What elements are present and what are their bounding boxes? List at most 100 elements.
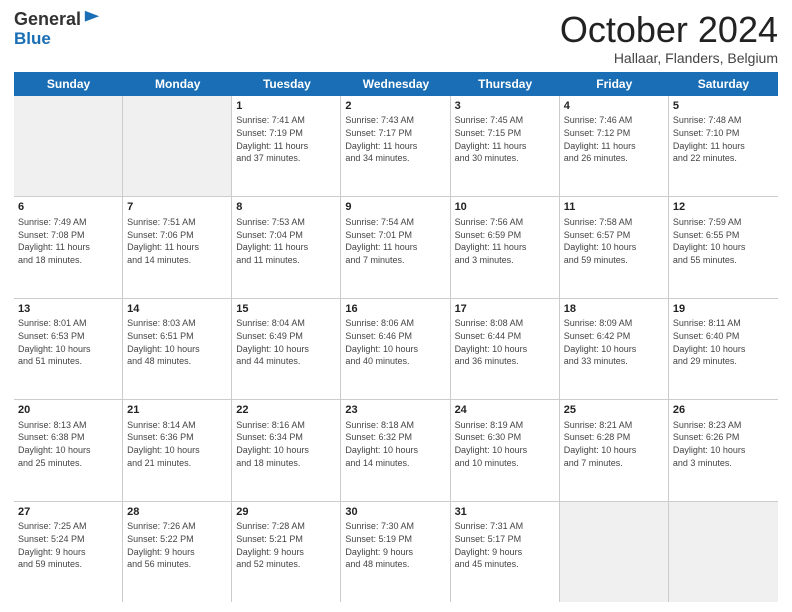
day-cell-31: 31Sunrise: 7:31 AMSunset: 5:17 PMDayligh…: [451, 502, 560, 602]
day-info: Sunrise: 7:56 AMSunset: 6:59 PMDaylight:…: [455, 216, 555, 266]
day-cell-28: 28Sunrise: 7:26 AMSunset: 5:22 PMDayligh…: [123, 502, 232, 602]
day-number: 23: [345, 403, 445, 418]
day-info: Sunrise: 7:26 AMSunset: 5:22 PMDaylight:…: [127, 520, 227, 570]
day-number: 13: [18, 302, 118, 317]
day-number: 19: [673, 302, 774, 317]
day-cell-5: 5Sunrise: 7:48 AMSunset: 7:10 PMDaylight…: [669, 96, 778, 196]
day-cell-24: 24Sunrise: 8:19 AMSunset: 6:30 PMDayligh…: [451, 400, 560, 500]
day-info: Sunrise: 8:16 AMSunset: 6:34 PMDaylight:…: [236, 419, 336, 469]
day-number: 25: [564, 403, 664, 418]
day-number: 16: [345, 302, 445, 317]
day-number: 1: [236, 99, 336, 114]
day-info: Sunrise: 7:25 AMSunset: 5:24 PMDaylight:…: [18, 520, 118, 570]
day-info: Sunrise: 8:14 AMSunset: 6:36 PMDaylight:…: [127, 419, 227, 469]
day-cell-27: 27Sunrise: 7:25 AMSunset: 5:24 PMDayligh…: [14, 502, 123, 602]
day-of-week-friday: Friday: [560, 72, 669, 96]
day-cell-10: 10Sunrise: 7:56 AMSunset: 6:59 PMDayligh…: [451, 197, 560, 297]
day-info: Sunrise: 7:51 AMSunset: 7:06 PMDaylight:…: [127, 216, 227, 266]
day-info: Sunrise: 7:48 AMSunset: 7:10 PMDaylight:…: [673, 114, 774, 164]
day-number: 2: [345, 99, 445, 114]
day-cell-25: 25Sunrise: 8:21 AMSunset: 6:28 PMDayligh…: [560, 400, 669, 500]
week-row-5: 27Sunrise: 7:25 AMSunset: 5:24 PMDayligh…: [14, 502, 778, 602]
day-number: 18: [564, 302, 664, 317]
day-cell-6: 6Sunrise: 7:49 AMSunset: 7:08 PMDaylight…: [14, 197, 123, 297]
day-number: 11: [564, 200, 664, 215]
day-number: 10: [455, 200, 555, 215]
day-info: Sunrise: 7:43 AMSunset: 7:17 PMDaylight:…: [345, 114, 445, 164]
day-cell-23: 23Sunrise: 8:18 AMSunset: 6:32 PMDayligh…: [341, 400, 450, 500]
day-of-week-monday: Monday: [123, 72, 232, 96]
day-number: 7: [127, 200, 227, 215]
day-number: 22: [236, 403, 336, 418]
day-info: Sunrise: 7:41 AMSunset: 7:19 PMDaylight:…: [236, 114, 336, 164]
day-number: 14: [127, 302, 227, 317]
day-info: Sunrise: 7:30 AMSunset: 5:19 PMDaylight:…: [345, 520, 445, 570]
header: General Blue October 2024 Hallaar, Fland…: [14, 10, 778, 66]
month-title: October 2024: [560, 10, 778, 50]
week-row-2: 6Sunrise: 7:49 AMSunset: 7:08 PMDaylight…: [14, 197, 778, 298]
logo-flag-icon: [83, 9, 101, 27]
page: General Blue October 2024 Hallaar, Fland…: [0, 0, 792, 612]
day-cell-29: 29Sunrise: 7:28 AMSunset: 5:21 PMDayligh…: [232, 502, 341, 602]
day-of-week-saturday: Saturday: [669, 72, 778, 96]
day-number: 6: [18, 200, 118, 215]
day-cell-18: 18Sunrise: 8:09 AMSunset: 6:42 PMDayligh…: [560, 299, 669, 399]
day-cell-11: 11Sunrise: 7:58 AMSunset: 6:57 PMDayligh…: [560, 197, 669, 297]
day-cell-2: 2Sunrise: 7:43 AMSunset: 7:17 PMDaylight…: [341, 96, 450, 196]
logo-text-blue: Blue: [14, 30, 101, 49]
day-cell-9: 9Sunrise: 7:54 AMSunset: 7:01 PMDaylight…: [341, 197, 450, 297]
day-number: 20: [18, 403, 118, 418]
day-number: 5: [673, 99, 774, 114]
calendar-header: SundayMondayTuesdayWednesdayThursdayFrid…: [14, 72, 778, 96]
day-number: 8: [236, 200, 336, 215]
day-info: Sunrise: 8:08 AMSunset: 6:44 PMDaylight:…: [455, 317, 555, 367]
empty-cell: [669, 502, 778, 602]
day-info: Sunrise: 8:01 AMSunset: 6:53 PMDaylight:…: [18, 317, 118, 367]
day-number: 27: [18, 505, 118, 520]
week-row-3: 13Sunrise: 8:01 AMSunset: 6:53 PMDayligh…: [14, 299, 778, 400]
day-number: 15: [236, 302, 336, 317]
title-block: October 2024 Hallaar, Flanders, Belgium: [560, 10, 778, 66]
day-cell-7: 7Sunrise: 7:51 AMSunset: 7:06 PMDaylight…: [123, 197, 232, 297]
empty-cell: [14, 96, 123, 196]
day-cell-17: 17Sunrise: 8:08 AMSunset: 6:44 PMDayligh…: [451, 299, 560, 399]
day-info: Sunrise: 8:03 AMSunset: 6:51 PMDaylight:…: [127, 317, 227, 367]
day-cell-15: 15Sunrise: 8:04 AMSunset: 6:49 PMDayligh…: [232, 299, 341, 399]
day-info: Sunrise: 7:53 AMSunset: 7:04 PMDaylight:…: [236, 216, 336, 266]
day-cell-16: 16Sunrise: 8:06 AMSunset: 6:46 PMDayligh…: [341, 299, 450, 399]
day-info: Sunrise: 7:46 AMSunset: 7:12 PMDaylight:…: [564, 114, 664, 164]
day-info: Sunrise: 7:31 AMSunset: 5:17 PMDaylight:…: [455, 520, 555, 570]
day-info: Sunrise: 8:09 AMSunset: 6:42 PMDaylight:…: [564, 317, 664, 367]
day-number: 30: [345, 505, 445, 520]
day-info: Sunrise: 8:11 AMSunset: 6:40 PMDaylight:…: [673, 317, 774, 367]
day-cell-8: 8Sunrise: 7:53 AMSunset: 7:04 PMDaylight…: [232, 197, 341, 297]
day-cell-4: 4Sunrise: 7:46 AMSunset: 7:12 PMDaylight…: [560, 96, 669, 196]
day-info: Sunrise: 7:28 AMSunset: 5:21 PMDaylight:…: [236, 520, 336, 570]
day-cell-20: 20Sunrise: 8:13 AMSunset: 6:38 PMDayligh…: [14, 400, 123, 500]
day-number: 26: [673, 403, 774, 418]
day-info: Sunrise: 7:49 AMSunset: 7:08 PMDaylight:…: [18, 216, 118, 266]
logo: General Blue: [14, 10, 101, 48]
day-number: 9: [345, 200, 445, 215]
day-info: Sunrise: 8:18 AMSunset: 6:32 PMDaylight:…: [345, 419, 445, 469]
day-cell-26: 26Sunrise: 8:23 AMSunset: 6:26 PMDayligh…: [669, 400, 778, 500]
day-cell-21: 21Sunrise: 8:14 AMSunset: 6:36 PMDayligh…: [123, 400, 232, 500]
day-number: 31: [455, 505, 555, 520]
day-cell-12: 12Sunrise: 7:59 AMSunset: 6:55 PMDayligh…: [669, 197, 778, 297]
day-number: 17: [455, 302, 555, 317]
calendar: SundayMondayTuesdayWednesdayThursdayFrid…: [14, 72, 778, 602]
day-of-week-thursday: Thursday: [451, 72, 560, 96]
day-info: Sunrise: 8:21 AMSunset: 6:28 PMDaylight:…: [564, 419, 664, 469]
day-cell-19: 19Sunrise: 8:11 AMSunset: 6:40 PMDayligh…: [669, 299, 778, 399]
calendar-body: 1Sunrise: 7:41 AMSunset: 7:19 PMDaylight…: [14, 96, 778, 602]
empty-cell: [560, 502, 669, 602]
day-cell-3: 3Sunrise: 7:45 AMSunset: 7:15 PMDaylight…: [451, 96, 560, 196]
day-info: Sunrise: 8:19 AMSunset: 6:30 PMDaylight:…: [455, 419, 555, 469]
day-info: Sunrise: 8:23 AMSunset: 6:26 PMDaylight:…: [673, 419, 774, 469]
day-info: Sunrise: 8:06 AMSunset: 6:46 PMDaylight:…: [345, 317, 445, 367]
day-number: 4: [564, 99, 664, 114]
day-number: 28: [127, 505, 227, 520]
day-cell-22: 22Sunrise: 8:16 AMSunset: 6:34 PMDayligh…: [232, 400, 341, 500]
day-number: 24: [455, 403, 555, 418]
day-info: Sunrise: 7:58 AMSunset: 6:57 PMDaylight:…: [564, 216, 664, 266]
